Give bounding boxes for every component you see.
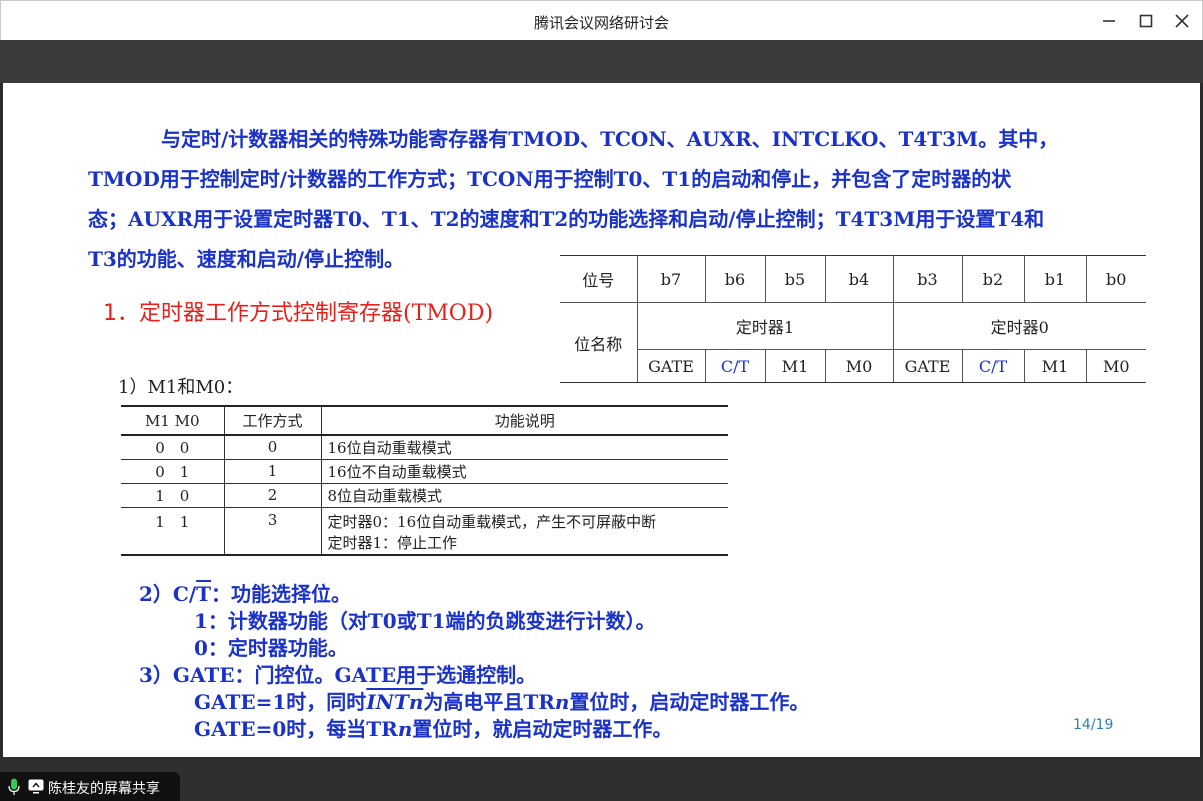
- mode-number-cell: 2: [224, 483, 322, 508]
- mode-number-cell: 3: [224, 507, 322, 556]
- gate-note-title: 3）GATE：门控位。GATE用于选通控制。: [139, 663, 537, 687]
- bit-cell: b6: [705, 255, 766, 303]
- timer1-group-label: 定时器1: [637, 302, 894, 350]
- bit-name-cell: C/T: [962, 349, 1025, 383]
- bit-row-label: 位号: [560, 255, 638, 303]
- microphone-icon: [8, 778, 20, 795]
- bit-name-cell: C/T: [705, 349, 766, 383]
- mode-number-cell: 0: [224, 435, 322, 460]
- mode-number-cell: 1: [224, 459, 322, 484]
- bit-cell: b0: [1086, 255, 1146, 303]
- intro-line: 态；AUXR用于设置定时器T0、T1、T2的速度和T2的功能选择和启动/停止控制…: [88, 207, 1045, 231]
- mode-table: M1 M0 工作方式 功能说明 0 0 0 16位自动重载模式 0 1 1 16…: [121, 405, 728, 556]
- close-button[interactable]: [1172, 11, 1192, 31]
- page-number: 14/19: [1073, 717, 1114, 733]
- screen-share-icon: [28, 779, 44, 794]
- mode-desc-cell: 16位自动重载模式: [321, 435, 728, 460]
- mode-table-header: 功能说明: [321, 405, 728, 436]
- sub-heading-m1m0: 1）M1和M0：: [118, 377, 244, 398]
- section-heading: 1．定时器工作方式控制寄存器(TMOD): [103, 295, 493, 327]
- section-heading-paren: (TMOD): [403, 301, 494, 326]
- toolbar-area: [0, 40, 1203, 83]
- notes-block: 2）C/T：功能选择位。 1：计数器功能（对T0或T1端的负跳变进行计数）。 0…: [139, 581, 809, 743]
- mode-table-header: 工作方式: [224, 405, 322, 436]
- close-icon: [1175, 14, 1189, 28]
- intro-line: 与定时/计数器相关的特殊功能寄存器有TMOD、TCON、AUXR、INTCLKO…: [161, 127, 1059, 151]
- bottom-bar: [0, 757, 1203, 801]
- gate1-note: GATE=1时，同时INTn为高电平且TRn置位时，启动定时器工作。: [194, 690, 810, 714]
- bit-name-cell: M1: [1024, 349, 1087, 383]
- bit-cell: b2: [962, 255, 1025, 303]
- bit-name-cell: GATE: [637, 349, 706, 383]
- share-badge-label: 陈桂友的屏幕共享: [48, 781, 160, 797]
- mode-bits-cell: 0 0: [121, 435, 225, 460]
- maximize-button[interactable]: [1136, 11, 1156, 31]
- mode-desc-cell: 定时器0：16位自动重载模式，产生不可屏蔽中断 定时器1：停止工作: [321, 507, 728, 556]
- tmod-bit-table: 位号 b7 b6 b5 b4 b3 b2 b1 b0 位名称 定时器1 定时器0…: [560, 255, 1146, 383]
- mode-desc-cell: 16位不自动重载模式: [321, 459, 728, 484]
- intro-line: TMOD用于控制定时/计数器的工作方式；TCON用于控制T0、T1的启动和停止，…: [88, 167, 1012, 191]
- timer0-group-label: 定时器0: [893, 302, 1146, 350]
- bit-cell: b3: [893, 255, 963, 303]
- maximize-icon: [1139, 14, 1153, 28]
- bit-name-cell: M0: [1086, 349, 1146, 383]
- mode-desc-line: 定时器1：停止工作: [327, 533, 458, 552]
- mode-table-header: M1 M0: [121, 405, 225, 436]
- bit-name-cell: GATE: [893, 349, 963, 383]
- mode-desc-line: 定时器0：16位自动重载模式，产生不可屏蔽中断: [327, 512, 657, 531]
- bit-cell: b5: [765, 255, 826, 303]
- mode-bits-cell: 1 1: [121, 507, 225, 556]
- ct-note-counter: 1：计数器功能（对T0或T1端的负跳变进行计数）。: [194, 609, 656, 633]
- ct-note-timer: 0：定时器功能。: [194, 636, 348, 660]
- mode-desc-cell: 8位自动重载模式: [321, 483, 728, 508]
- gate0-note: GATE=0时，每当TRn置位时，就启动定时器工作。: [194, 717, 673, 741]
- bit-name-cell: M1: [765, 349, 826, 383]
- shared-slide: 与定时/计数器相关的特殊功能寄存器有TMOD、TCON、AUXR、INTCLKO…: [3, 83, 1200, 757]
- bit-cell: b4: [825, 255, 894, 303]
- minimize-icon: [1103, 20, 1115, 22]
- screen-share-badge[interactable]: 陈桂友的屏幕共享: [0, 772, 180, 801]
- section-heading-text: 1．定时器工作方式控制寄存器: [103, 301, 403, 326]
- mode-bits-cell: 1 0: [121, 483, 225, 508]
- title-bar: 腾讯会议网络研讨会: [0, 0, 1203, 40]
- ct-note-title: 2）C/T：功能选择位。: [139, 582, 352, 606]
- window-title: 腾讯会议网络研讨会: [533, 14, 669, 32]
- bit-row-label: 位名称: [560, 302, 638, 383]
- mode-bits-cell: 0 1: [121, 459, 225, 484]
- bit-name-cell: M0: [825, 349, 894, 383]
- minimize-button[interactable]: [1099, 11, 1119, 31]
- bit-cell: b1: [1024, 255, 1087, 303]
- bit-cell: b7: [637, 255, 706, 303]
